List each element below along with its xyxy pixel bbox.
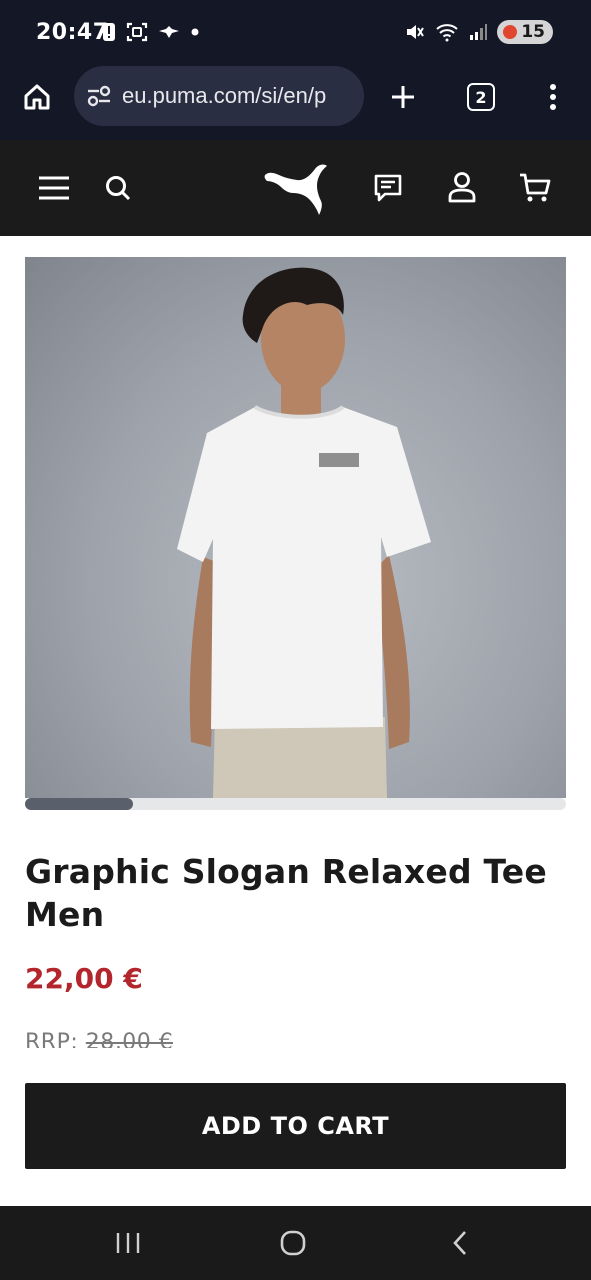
rrp-label: RRP: [25, 1030, 79, 1048]
back-button[interactable] [420, 1206, 500, 1280]
tab-count-box: 2 [467, 83, 495, 111]
cart-button[interactable] [514, 168, 556, 208]
status-icons-left [102, 22, 200, 42]
more-vert-icon [550, 84, 556, 110]
browser-menu-button[interactable] [538, 78, 568, 116]
status-time: 20:47 [36, 20, 109, 45]
rrp-price: RRP: 28,00 € [25, 1030, 173, 1048]
chat-icon [374, 174, 402, 202]
dot-icon [191, 28, 199, 36]
puma-logo[interactable] [262, 162, 330, 218]
user-icon [448, 172, 476, 203]
puma-cat-icon [264, 164, 327, 215]
url-text: eu.puma.com/si/en/p [122, 83, 327, 108]
home-button[interactable] [18, 78, 56, 116]
add-to-cart-button[interactable]: ADD TO CART [25, 1083, 566, 1169]
system-nav-bar [0, 1206, 591, 1280]
battery-icon [503, 25, 518, 39]
bird-icon [159, 26, 179, 38]
status-bar: 20:47 15 [0, 0, 591, 66]
menu-button[interactable] [34, 168, 74, 208]
site-settings-icon[interactable] [86, 85, 112, 107]
product-title: Graphic Slogan Relaxed Tee Men [25, 852, 547, 934]
home-icon [24, 84, 50, 110]
chat-button[interactable] [368, 168, 408, 208]
browser-toolbar: eu.puma.com/si/en/p 2 [0, 66, 591, 140]
status-icons-right: 15 [405, 20, 553, 44]
account-button[interactable] [442, 166, 482, 208]
home-nav-button[interactable] [253, 1206, 333, 1280]
search-button[interactable] [98, 168, 138, 208]
hamburger-icon [39, 176, 69, 200]
search-icon [106, 176, 131, 201]
product-price: 22,00 € [25, 962, 143, 995]
screenshot-icon [126, 22, 148, 42]
carousel-progress[interactable] [25, 798, 566, 810]
cart-icon [520, 173, 551, 202]
mute-icon [407, 25, 425, 39]
carousel-thumb[interactable] [25, 798, 133, 810]
rrp-value: 28,00 € [85, 1030, 174, 1048]
recents-icon [116, 1233, 140, 1253]
recents-button[interactable] [88, 1206, 168, 1280]
tab-count: 2 [475, 87, 487, 107]
home-circle-icon [280, 1230, 306, 1256]
wifi-icon [436, 24, 458, 42]
battery-level: 15 [521, 22, 545, 42]
product-image[interactable] [25, 257, 566, 798]
site-header [0, 140, 591, 236]
plus-icon [392, 86, 414, 108]
model-illustration [177, 267, 431, 798]
back-icon [453, 1231, 466, 1255]
alert-icon [103, 23, 115, 41]
battery-indicator: 15 [497, 20, 553, 44]
new-tab-button[interactable] [384, 78, 422, 116]
url-bar[interactable]: eu.puma.com/si/en/p [74, 66, 364, 126]
signal-icon [470, 24, 488, 40]
tab-switcher-button[interactable]: 2 [462, 78, 500, 116]
